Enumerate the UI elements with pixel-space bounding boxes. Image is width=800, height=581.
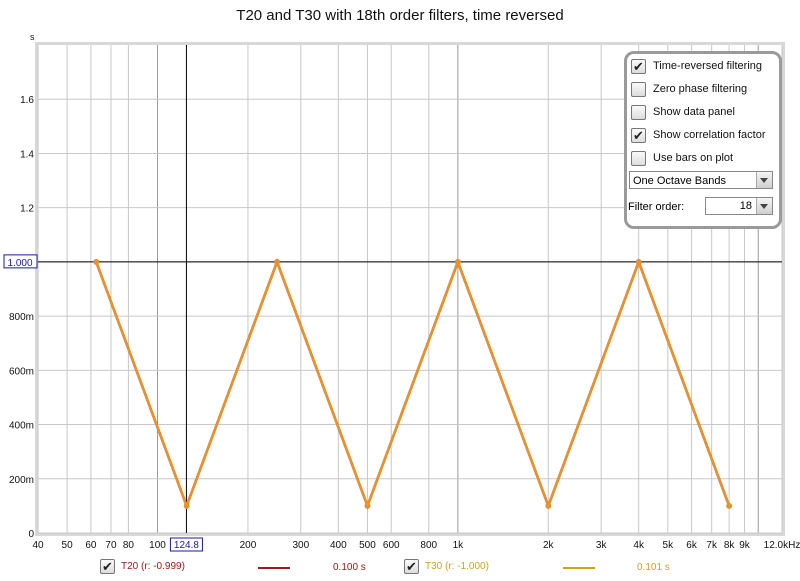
band-select-value: One Octave Bands: [633, 175, 726, 187]
x-tick-label: 300: [292, 540, 309, 551]
checkbox-icon[interactable]: [631, 104, 646, 120]
x-tick-label: 600: [383, 540, 400, 551]
y-tick-label: 1.6: [20, 95, 34, 106]
x-tick-label: 100: [149, 540, 166, 551]
x-tick-label: 70: [105, 540, 117, 551]
x-tick-label: 200: [240, 540, 257, 551]
option-time-reversed[interactable]: ✔ Time-reversed filtering: [631, 57, 762, 75]
x-tick-label: 1k: [453, 540, 465, 551]
x-tick-label: 500: [359, 540, 376, 551]
legend-label: T20 (r: -0.999): [121, 561, 185, 572]
x-tick-label: 7k: [706, 540, 718, 551]
option-label: Zero phase filtering: [653, 83, 748, 95]
y-tick-label: 1.4: [20, 149, 34, 160]
filter-order-select[interactable]: 18: [705, 197, 773, 215]
x-tick-label: 9k: [739, 540, 751, 551]
checkbox-icon[interactable]: [631, 81, 646, 97]
x-tick-label: 12.0kHz: [764, 540, 800, 551]
data-point-t30: [635, 259, 642, 265]
checkbox-icon[interactable]: ✔: [631, 127, 646, 143]
cursor-y-label: 1.000: [7, 258, 32, 269]
x-tick-label: 800: [420, 540, 437, 551]
legend-value: 0.101 s: [637, 562, 670, 573]
data-point-t30: [726, 503, 732, 509]
cursor-x-label: 124.8: [174, 540, 199, 551]
option-label: Time-reversed filtering: [653, 60, 763, 72]
legend-value: 0.100 s: [333, 562, 366, 573]
x-tick-label: 50: [62, 540, 74, 551]
x-tick-label: 6k: [686, 540, 698, 551]
chevron-down-icon[interactable]: [756, 172, 772, 188]
checkbox-icon[interactable]: ✔: [631, 58, 646, 74]
data-point-t30: [545, 503, 552, 509]
data-point-t30: [93, 259, 100, 265]
x-tick-label: 40: [32, 540, 44, 551]
checkbox-icon[interactable]: [631, 150, 646, 166]
x-tick-label: 60: [85, 540, 97, 551]
data-point-t30: [455, 259, 461, 265]
legend-label: T30 (r: -1.000): [425, 561, 489, 572]
option-zero-phase[interactable]: Zero phase filtering: [631, 80, 747, 98]
y-tick-label: 400m: [9, 421, 34, 432]
y-tick-label: 800m: [9, 312, 34, 323]
x-tick-label: 400: [330, 540, 347, 551]
x-tick-label: 8k: [724, 540, 736, 551]
option-show-correlation[interactable]: ✔ Show correlation factor: [631, 126, 766, 144]
legend-t30[interactable]: ✔ T30 (r: -1.000): [404, 559, 489, 574]
y-tick-label: 0: [28, 529, 34, 540]
option-label: Use bars on plot: [653, 152, 734, 164]
y-tick-label: 600m: [9, 366, 34, 377]
legend-t20[interactable]: ✔ T20 (r: -0.999): [100, 559, 185, 574]
data-point-t30: [183, 503, 190, 509]
chevron-down-icon[interactable]: [756, 198, 772, 214]
option-label: Show data panel: [653, 106, 735, 118]
legend-swatch: [563, 567, 595, 569]
filter-order-label: Filter order:: [628, 201, 685, 213]
filter-order-value: 18: [739, 200, 752, 212]
x-tick-label: 4k: [633, 540, 645, 551]
x-tick-label: 2k: [543, 540, 555, 551]
checkbox-icon[interactable]: ✔: [404, 559, 419, 574]
option-show-data-panel[interactable]: Show data panel: [631, 103, 735, 121]
band-select[interactable]: One Octave Bands: [629, 171, 773, 189]
legend-swatch: [258, 567, 290, 569]
options-panel: ✔ Time-reversed filtering Zero phase filt…: [624, 51, 782, 229]
y-tick-label: 1.2: [20, 204, 34, 215]
data-point-t30: [274, 259, 280, 265]
option-use-bars[interactable]: Use bars on plot: [631, 149, 733, 167]
x-tick-label: 3k: [596, 540, 608, 551]
x-tick-label: 5k: [663, 540, 675, 551]
x-tick-label: 80: [123, 540, 135, 551]
y-tick-label: 200m: [9, 475, 34, 486]
checkbox-icon[interactable]: ✔: [100, 559, 115, 574]
option-label: Show correlation factor: [653, 129, 766, 141]
y-axis-unit: s: [30, 32, 35, 42]
data-point-t30: [364, 503, 371, 509]
